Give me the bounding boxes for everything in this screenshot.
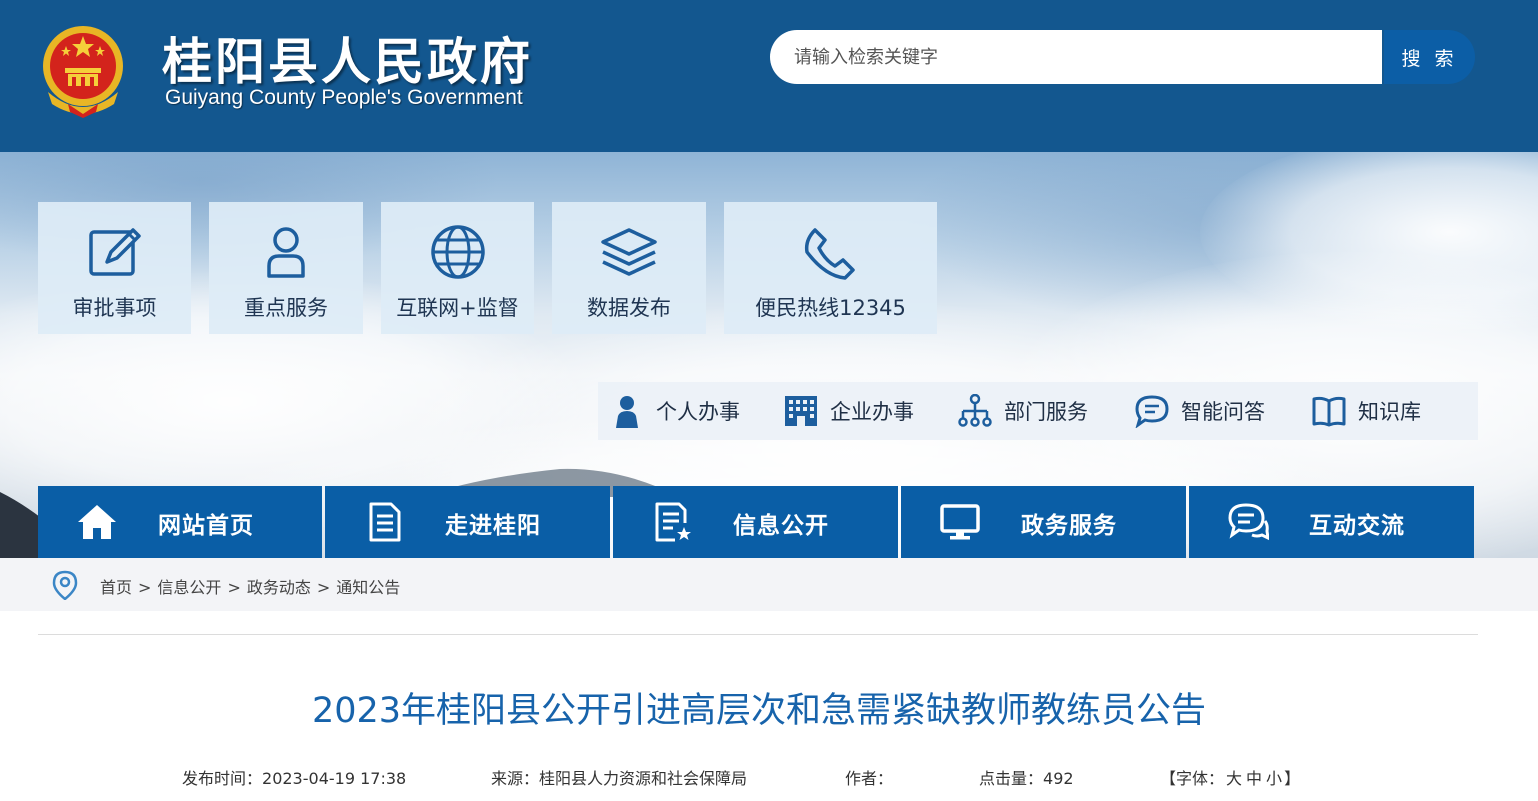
tile-internet-supervision[interactable]: 互联网+监督 bbox=[381, 202, 534, 334]
quick-link-label: 智能问答 bbox=[1181, 400, 1265, 424]
views-value: 492 bbox=[1043, 769, 1074, 788]
document-star-icon bbox=[655, 502, 691, 542]
search-input[interactable] bbox=[770, 30, 1382, 84]
tile-label: 审批事项 bbox=[72, 296, 157, 320]
source-label: 来源： bbox=[491, 769, 540, 788]
book-icon bbox=[1312, 396, 1346, 427]
views-label: 点击量： bbox=[979, 769, 1044, 788]
nav-item-government-services[interactable]: 政务服务 bbox=[901, 486, 1186, 558]
quick-link-label: 知识库 bbox=[1358, 400, 1421, 424]
article-source: 来源：桂阳县人力资源和社会保障局 bbox=[491, 765, 747, 789]
quick-link-enterprise[interactable]: 企业办事 bbox=[784, 382, 914, 440]
nav-item-label: 信息公开 bbox=[733, 513, 829, 539]
breadcrumb: 首页 > 信息公开 > 政务动态 > 通知公告 bbox=[0, 558, 1538, 611]
document-icon bbox=[369, 502, 401, 542]
chat-bubble-icon bbox=[1135, 395, 1169, 428]
tile-key-services[interactable]: 重点服务 bbox=[209, 202, 363, 334]
publish-time-label: 发布时间： bbox=[182, 769, 263, 788]
nav-item-label: 走进桂阳 bbox=[445, 513, 541, 539]
national-emblem-icon[interactable] bbox=[38, 22, 128, 118]
quick-link-knowledge-base[interactable]: 知识库 bbox=[1312, 382, 1421, 440]
person-icon bbox=[267, 227, 305, 278]
tile-approval-items[interactable]: 审批事项 bbox=[38, 202, 191, 334]
author-label: 作者： bbox=[845, 769, 894, 788]
nav-item-label: 互动交流 bbox=[1309, 513, 1405, 539]
font-size-label: 【字体： bbox=[1160, 769, 1225, 788]
quick-link-department[interactable]: 部门服务 bbox=[958, 382, 1088, 440]
tile-label: 重点服务 bbox=[244, 296, 328, 320]
quick-links-bar: 个人办事 企业办事 部门服务 智能问答 知识库 bbox=[598, 382, 1478, 440]
font-size-switcher: 【字体：大中小】 bbox=[1160, 765, 1300, 789]
site-title: 桂阳县人民政府 bbox=[162, 33, 533, 91]
tile-label: 数据发布 bbox=[587, 296, 671, 320]
source-value: 桂阳县人力资源和社会保障局 bbox=[539, 769, 748, 788]
nav-item-interaction[interactable]: 互动交流 bbox=[1189, 486, 1474, 558]
main-nav: 网站首页 走进桂阳 信息公开 政务服务 互动交流 bbox=[38, 486, 1474, 558]
nav-item-home[interactable]: 网站首页 bbox=[38, 486, 322, 558]
search-button[interactable]: 搜 索 bbox=[1384, 30, 1475, 84]
site-header: 桂阳县人民政府 Guiyang County People's Governme… bbox=[0, 0, 1538, 152]
quick-link-label: 企业办事 bbox=[830, 400, 914, 424]
breadcrumb-home[interactable]: 首页 bbox=[100, 578, 132, 597]
font-size-close: 】 bbox=[1284, 769, 1301, 788]
quick-link-personal[interactable]: 个人办事 bbox=[610, 382, 740, 440]
nav-item-label: 政务服务 bbox=[1021, 513, 1117, 539]
location-pin-icon bbox=[52, 570, 78, 600]
content-divider bbox=[38, 634, 1478, 635]
font-size-medium-button[interactable]: 中 bbox=[1246, 769, 1262, 788]
publish-time-value: 2023-04-19 17:38 bbox=[262, 769, 407, 788]
breadcrumb-separator: > bbox=[227, 578, 241, 597]
nav-item-label: 网站首页 bbox=[158, 513, 254, 539]
search-box bbox=[770, 30, 1382, 84]
nav-item-info-disclosure[interactable]: 信息公开 bbox=[613, 486, 898, 558]
article-author: 作者： bbox=[845, 765, 893, 789]
monitor-icon bbox=[940, 504, 980, 540]
edit-icon bbox=[88, 228, 141, 276]
breadcrumb-separator: > bbox=[316, 578, 331, 597]
font-size-large-button[interactable]: 大 bbox=[1226, 769, 1242, 788]
quick-link-label: 个人办事 bbox=[656, 400, 740, 424]
tile-label: 便民热线12345 bbox=[755, 296, 906, 320]
breadcrumb-separator: > bbox=[138, 578, 152, 597]
globe-icon bbox=[430, 225, 485, 279]
breadcrumb-notices[interactable]: 通知公告 bbox=[336, 578, 400, 597]
quick-link-smart-qa[interactable]: 智能问答 bbox=[1135, 382, 1265, 440]
phone-icon bbox=[804, 228, 855, 280]
breadcrumb-trail: 首页 > 信息公开 > 政务动态 > 通知公告 bbox=[100, 574, 400, 598]
article-views: 点击量：492 bbox=[979, 765, 1074, 789]
breadcrumb-government-news[interactable]: 政务动态 bbox=[247, 578, 311, 597]
font-size-small-button[interactable]: 小 bbox=[1266, 769, 1282, 788]
tile-data-release[interactable]: 数据发布 bbox=[552, 202, 706, 334]
building-icon bbox=[785, 396, 817, 426]
person-solid-icon bbox=[616, 396, 638, 428]
layers-icon bbox=[601, 228, 657, 276]
home-icon bbox=[78, 505, 116, 539]
article-title: 2023年桂阳县公开引进高层次和急需紧缺教师教练员公告 bbox=[311, 691, 1207, 731]
tile-hotline[interactable]: 便民热线12345 bbox=[724, 202, 937, 334]
site-subtitle: Guiyang County People's Government bbox=[165, 86, 523, 109]
publish-time: 发布时间：2023-04-19 17:38 bbox=[182, 765, 406, 789]
quick-link-label: 部门服务 bbox=[1004, 400, 1088, 424]
breadcrumb-info-disclosure[interactable]: 信息公开 bbox=[157, 578, 221, 597]
tile-label: 互联网+监督 bbox=[396, 296, 519, 320]
org-chart-icon bbox=[958, 394, 992, 427]
chat-icon bbox=[1228, 503, 1269, 541]
nav-item-about-guiyang[interactable]: 走进桂阳 bbox=[325, 486, 610, 558]
